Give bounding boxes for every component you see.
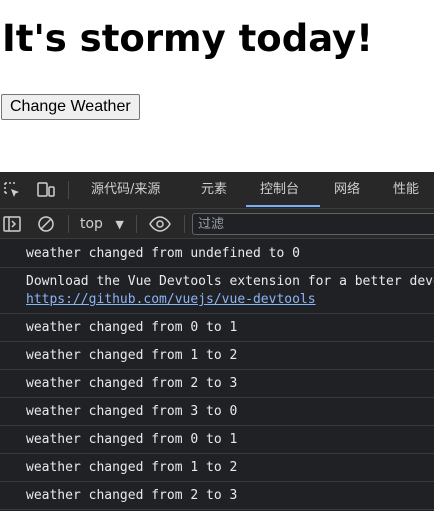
console-message: weather changed from 3 to 0: [0, 398, 434, 426]
console-message: Download the Vue Devtools extension for …: [0, 268, 434, 314]
filter-input[interactable]: [192, 213, 434, 235]
live-expression-eye-icon[interactable]: [148, 214, 172, 234]
dropdown-arrow-icon: ▼: [115, 218, 124, 231]
console-message: weather changed from 2 to 3: [0, 370, 434, 398]
context-selector[interactable]: top ▼: [80, 214, 124, 234]
console-message: weather changed from undefined to 0: [0, 240, 434, 268]
tab-elements[interactable]: 元素: [201, 172, 227, 208]
tabbar-divider: [68, 181, 69, 199]
console-message: weather changed from 0 to 1: [0, 426, 434, 454]
tab-console[interactable]: 控制台: [260, 172, 299, 208]
tab-sources[interactable]: 源代码/来源: [91, 172, 160, 208]
devtools-panel: 源代码/来源 元素 控制台 网络 性能 top ▼ weather: [0, 172, 434, 511]
toolbar-divider: [136, 215, 137, 233]
active-tab-indicator: [246, 205, 320, 207]
vue-devtools-link[interactable]: https://github.com/vuejs/vue-devtools: [26, 291, 434, 309]
devtools-tabbar: 源代码/来源 元素 控制台 网络 性能: [0, 172, 434, 209]
console-message: weather changed from 2 to 3: [0, 482, 434, 510]
device-toolbar-icon[interactable]: [36, 180, 56, 200]
console-message: weather changed from 0 to 1: [0, 314, 434, 342]
console-toolbar: top ▼: [0, 209, 434, 239]
tab-network[interactable]: 网络: [334, 172, 360, 208]
tab-performance[interactable]: 性能: [393, 172, 419, 208]
console-messages: weather changed from undefined to 0 Down…: [0, 240, 434, 510]
page-title: It's stormy today!: [2, 17, 374, 60]
change-weather-button[interactable]: Change Weather: [1, 94, 140, 120]
toolbar-divider: [68, 215, 69, 233]
console-message: weather changed from 1 to 2: [0, 342, 434, 370]
toolbar-divider: [184, 215, 185, 233]
page-content: It's stormy today! Change Weather: [0, 0, 434, 172]
sidebar-toggle-icon[interactable]: [2, 214, 22, 234]
context-value: top: [80, 216, 103, 232]
console-message: weather changed from 1 to 2: [0, 454, 434, 482]
inspect-element-icon[interactable]: [2, 180, 22, 200]
clear-console-icon[interactable]: [36, 214, 56, 234]
